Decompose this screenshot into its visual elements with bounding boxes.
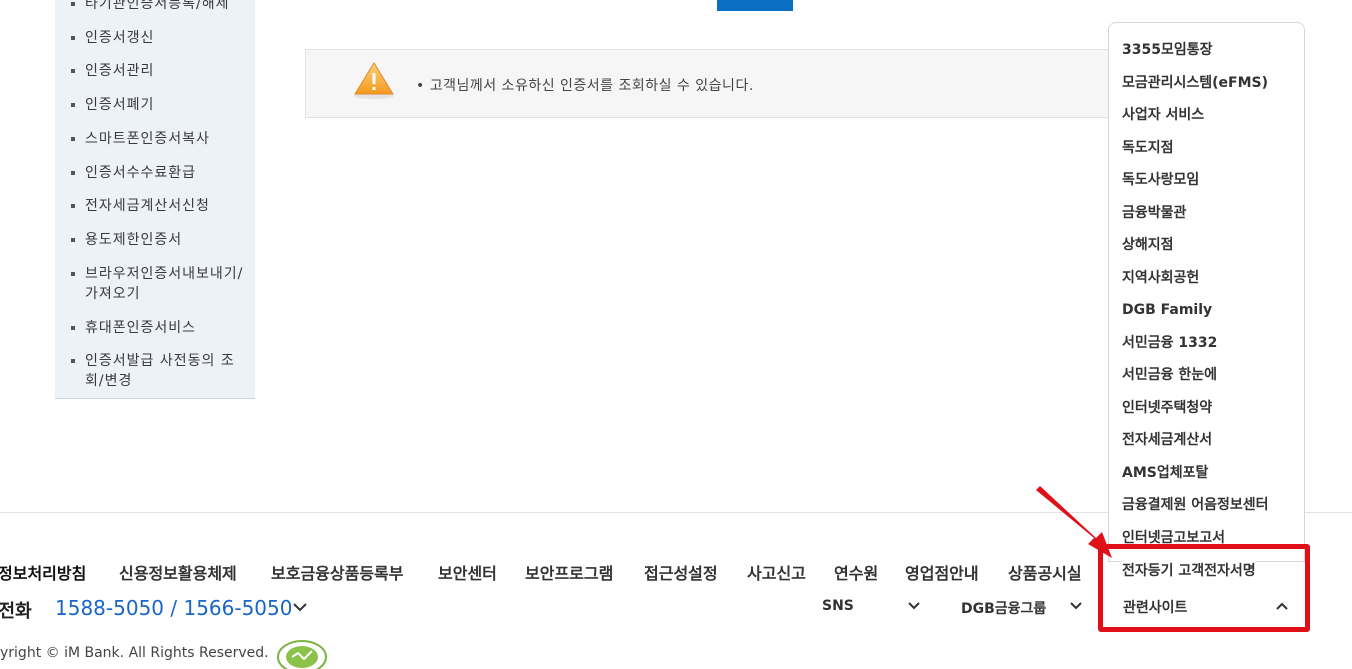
footer-link-protected-products[interactable]: 보호금융상품등록부: [271, 560, 403, 584]
submenu-item[interactable]: 타기관인증서등록/해제: [71, 0, 250, 14]
copyright-text: yright © iM Bank. All Rights Reserved.: [0, 645, 269, 661]
footer-link-privacy[interactable]: 정보처리방침: [0, 560, 86, 584]
footer-link-security-program[interactable]: 보안프로그램: [525, 560, 613, 584]
footer-link-credit-info[interactable]: 신용정보활용체제: [119, 560, 237, 584]
certificate-submenu: 타기관인증서등록/해제 인증서갱신 인증서관리 인증서폐기 스마트폰인증서복사 …: [55, 0, 255, 399]
footer-link-accessibility[interactable]: 접근성설정: [644, 560, 718, 584]
related-site-link[interactable]: 3355모임통장: [1122, 41, 1213, 59]
footer-link-branches[interactable]: 영업점안내: [905, 560, 979, 584]
annotation-highlight-box: [1098, 544, 1310, 632]
submenu-item[interactable]: 휴대폰인증서비스: [71, 318, 250, 338]
dgb-group-select[interactable]: DGB금융그룹: [961, 596, 1085, 618]
chevron-down-icon: [1070, 602, 1082, 610]
related-site-link[interactable]: 서민금융 한눈에: [1122, 366, 1217, 384]
top-action-button[interactable]: [717, 0, 793, 11]
dgb-group-select-label: DGB금융그룹: [961, 601, 1047, 617]
submenu-item[interactable]: 스마트폰인증서복사: [71, 129, 250, 149]
related-site-link[interactable]: DGB Family: [1122, 301, 1212, 319]
chevron-down-icon: [908, 602, 920, 610]
submenu-item[interactable]: 인증서갱신: [71, 28, 250, 48]
related-site-link[interactable]: 지역사회공헌: [1122, 269, 1199, 287]
warning-icon: [354, 62, 394, 99]
sns-select[interactable]: SNS: [822, 596, 922, 618]
footer-link-accident-report[interactable]: 사고신고: [747, 560, 806, 584]
sns-select-label: SNS: [822, 598, 854, 614]
customer-phone-label: 고전화: [0, 601, 32, 622]
footer-link-training-center[interactable]: 연수원: [834, 560, 878, 584]
customer-phone-number: 1588-5050 / 1566-5050: [55, 596, 293, 620]
web-accessibility-mark-icon: [277, 640, 327, 669]
related-site-link[interactable]: 상해지점: [1122, 236, 1174, 254]
related-site-link[interactable]: 금융박물관: [1122, 204, 1186, 222]
notice-box: • 고객님께서 소유하신 인증서를 조회하실 수 있습니다.: [305, 49, 1115, 118]
chevron-down-icon[interactable]: [290, 598, 310, 616]
related-site-link[interactable]: 사업자 서비스: [1122, 106, 1204, 124]
related-site-link[interactable]: 인터넷주택청약: [1122, 399, 1212, 417]
related-sites-dropdown: 3355모임통장 모금관리시스템(eFMS) 사업자 서비스 독도지점 독도사랑…: [1108, 22, 1305, 562]
submenu-item[interactable]: 인증서폐기: [71, 95, 250, 115]
submenu-item[interactable]: 인증서수수료환급: [71, 163, 250, 183]
footer-link-security-center[interactable]: 보안센터: [438, 560, 497, 584]
notice-text: • 고객님께서 소유하신 인증서를 조회하실 수 있습니다.: [416, 78, 754, 94]
related-site-link[interactable]: 전자세금계산서: [1122, 431, 1212, 449]
related-site-link[interactable]: AMS업체포탈: [1122, 464, 1208, 482]
related-site-link[interactable]: 모금관리시스템(eFMS): [1122, 74, 1268, 92]
submenu-item[interactable]: 브라우저인증서내보내기/가져오기: [71, 264, 250, 304]
related-site-link[interactable]: 금융결제원 어음정보센터: [1122, 496, 1269, 514]
submenu-item[interactable]: 용도제한인증서: [71, 230, 250, 250]
submenu-item[interactable]: 전자세금계산서신청: [71, 196, 250, 216]
related-site-link[interactable]: 독도지점: [1122, 139, 1174, 157]
related-site-link[interactable]: 서민금융 1332: [1122, 334, 1217, 352]
related-site-link[interactable]: 독도사랑모임: [1122, 171, 1199, 189]
submenu-item[interactable]: 인증서발급 사전동의 조회/변경: [71, 351, 250, 391]
submenu-item[interactable]: 인증서관리: [71, 61, 250, 81]
